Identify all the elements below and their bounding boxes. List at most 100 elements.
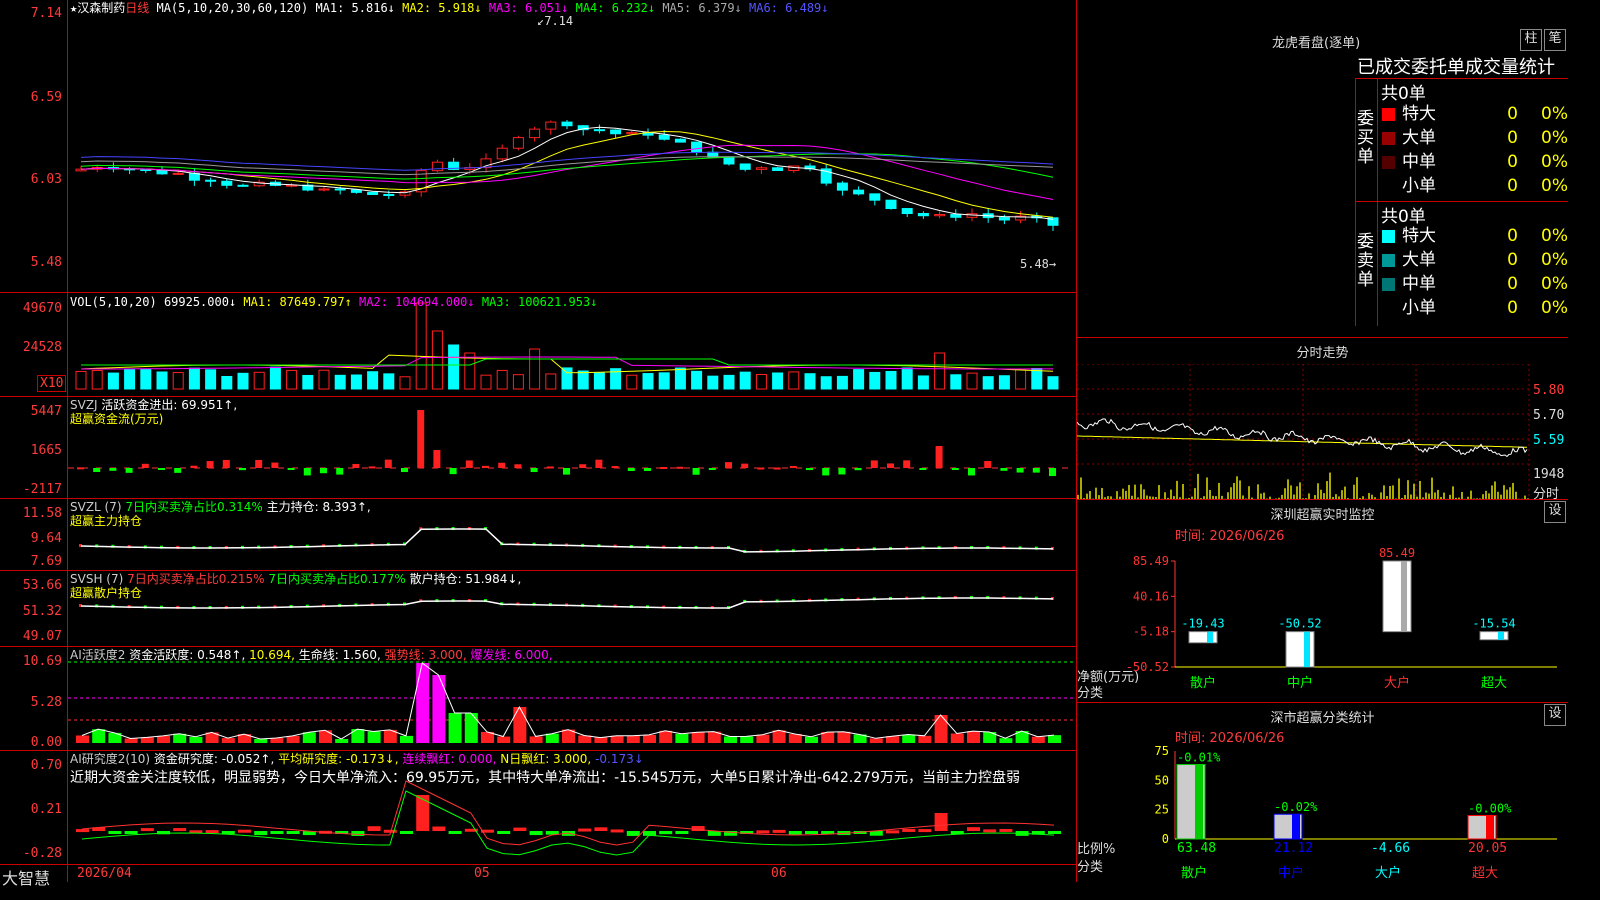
ai2-red-streak: 连续飘红: 0.000, [402, 752, 497, 766]
buy-row-large: 大单 0 0% [1378, 126, 1568, 150]
activity-bar [189, 736, 203, 743]
svzl-pane[interactable]: SVZL (7) 7日内买卖净占比0.314% 主力持仓: 8.393↑, 超赢… [0, 499, 1076, 571]
activity-bar [837, 731, 851, 743]
flow-bar [692, 468, 700, 475]
classify-settings-button[interactable]: 设 [1544, 704, 1566, 726]
period-label[interactable]: 日线 [125, 1, 149, 15]
flow-bar [93, 468, 101, 472]
activity-bar [950, 733, 964, 743]
volume-bar [545, 373, 557, 390]
minute-volume [1353, 484, 1355, 499]
svzj-title: 超赢资金流(万元) [70, 412, 164, 426]
minute-volume [1386, 495, 1388, 499]
ai-activity-chart[interactable] [68, 647, 1076, 750]
realtime-monitor-panel[interactable]: 深圳超赢实时监控 设 时间: 2026/06/26 85.49 40.16 -5.1… [1077, 500, 1568, 703]
research-bar [221, 831, 235, 834]
activity-bar [902, 734, 916, 743]
ma1-line [80, 126, 1054, 220]
classify-chart[interactable]: 75 50 25 0 -0.01% 63.48 散户 -0.02% 21.12 中户 -4.66 大户… [1077, 741, 1568, 882]
svzj-pane[interactable]: SVZJ 活跃资金进出: 69.951↑, 超赢资金流(万元) 5447 166… [0, 397, 1076, 499]
candle-body [172, 172, 184, 175]
flow-bar [255, 459, 263, 468]
bar-value-label: -15.54 [1472, 617, 1515, 631]
category-label: 散户 [1181, 865, 1207, 881]
kline-pane[interactable]: ★汉森制药日线 MA(5,10,20,30,60,120) MA1: 5.816… [0, 0, 1076, 293]
volume-pane[interactable]: VOL(5,10,20) 69925.000↓ MA1: 87649.797↑ … [0, 293, 1076, 397]
tick-mode-button[interactable]: 笔 [1544, 29, 1566, 51]
monitor-chart[interactable]: 85.4940.16-5.18-50.52散户 中户 大户 超大-19.43 -50.5… [1077, 540, 1568, 702]
flow-bar [1049, 468, 1056, 477]
minute-volume [1194, 488, 1196, 499]
volume-bar [966, 372, 978, 390]
kline-chart[interactable] [68, 0, 1076, 292]
minute-volume [1290, 485, 1292, 499]
kline-ytick: 6.59 [30, 90, 62, 105]
flow-bar [320, 468, 327, 474]
volume-bar [140, 368, 152, 390]
sell-row-medium: 中单 0 0% [1378, 272, 1568, 296]
intraday-chart[interactable] [1077, 364, 1568, 499]
research-bar [659, 831, 673, 835]
time-axis: 大智慧 2026/04 05 06 [0, 864, 1076, 888]
bar-value-label: 20.05 [1468, 841, 1507, 856]
minute-volume [1431, 477, 1433, 499]
candle-body [529, 128, 541, 139]
classify-panel[interactable]: 深市超赢分类统计 设 时间: 2026/06/26 75 50 25 0 -0.01% 6… [1077, 703, 1568, 882]
candle-body [545, 121, 557, 130]
ai1-burst: 爆发线: 6.000, [470, 648, 553, 662]
activity-bar [335, 738, 349, 743]
activity-bar [626, 735, 640, 743]
flow-bar [1000, 468, 1008, 471]
minute-volume [1488, 493, 1490, 499]
volume-bar [820, 376, 832, 390]
volume-bar [1047, 376, 1059, 390]
activity-bar [157, 735, 170, 743]
stock-name[interactable]: ★汉森制药 [70, 1, 125, 15]
vol-value: 69925.000↓ [163, 295, 237, 309]
flow-bar [174, 468, 182, 473]
activity-bar [529, 736, 543, 743]
research-bar [448, 831, 462, 834]
monitor-settings-button[interactable]: 设 [1544, 501, 1566, 523]
svsh-ytick: 53.66 [22, 578, 62, 593]
svzj-chart[interactable] [68, 397, 1076, 498]
ai2-ytick: 0.21 [30, 802, 62, 817]
ai-research-chart[interactable] [68, 751, 1076, 864]
minute-volume [1314, 495, 1316, 499]
volume-bar [950, 374, 962, 390]
minute-volume [1167, 497, 1169, 499]
research-bar [626, 831, 640, 836]
minute-volume [1389, 485, 1391, 499]
volume-bar [658, 372, 670, 390]
research-bar [286, 831, 300, 834]
intraday-panel[interactable]: 分时走势 5.80 5.70 5.59 1948 分时 [1077, 338, 1568, 502]
activity-bar [967, 731, 980, 743]
ai-activity-pane[interactable]: AI活跃度2 资金活跃度: 0.548↑, 10.694, 生命线: 1.560… [0, 647, 1076, 751]
minute-volume [1209, 489, 1211, 499]
ai1-lifeline: 生命线: 1.560, [298, 648, 381, 662]
row-pct: 0% [1541, 128, 1568, 148]
bar-mode-button[interactable]: 柱 [1520, 29, 1542, 51]
low-marker: 5.48→ [1020, 257, 1057, 271]
minute-volume [1470, 490, 1472, 499]
volume-bar [853, 369, 865, 390]
flow-bar [401, 468, 408, 473]
category-label: 中户 [1278, 865, 1304, 881]
volume-bar [804, 373, 816, 390]
flow-bar [741, 463, 749, 468]
svsh-pane[interactable]: SVSH (7) 7日内买卖净占比0.215% 7日内买卖净占比0.177% 散… [0, 571, 1076, 647]
flow-bar [757, 467, 765, 470]
activity-bar [448, 713, 462, 743]
sell-row-super: 特大 0 0% [1378, 224, 1568, 248]
ai-research-pane[interactable]: AI研究度2(10) 资金研究度: -0.052↑, 平均研究度: -0.173… [0, 751, 1076, 864]
minute-volume [1203, 496, 1205, 499]
color-swatch [1382, 132, 1395, 145]
buy-row-small: 小单 0 0% [1378, 174, 1568, 198]
minute-volume [1281, 494, 1283, 499]
research-bar [594, 827, 608, 831]
row-count: 0 [1507, 226, 1518, 246]
minute-volume [1401, 497, 1403, 499]
ai1-ytick: 0.00 [30, 735, 62, 750]
row-pct: 0% [1541, 226, 1568, 246]
minute-volume [1524, 495, 1526, 499]
